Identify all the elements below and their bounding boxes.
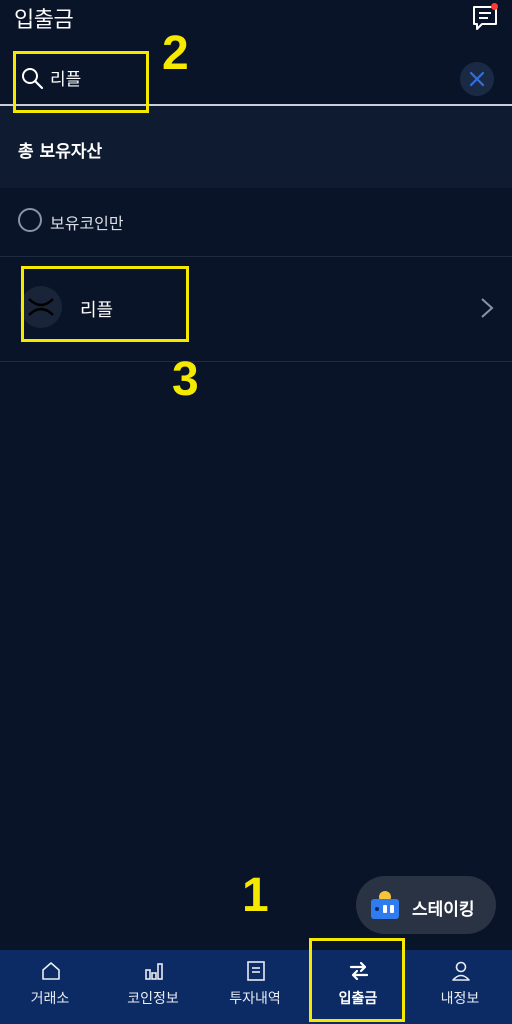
bottom-nav: 거래소 코인정보 투자내역 입출금 내정보: [0, 950, 512, 1024]
page-title: 입출금: [14, 8, 74, 33]
nav-label-coin-info: 코인정보: [127, 991, 179, 1007]
staking-button[interactable]: 스테이킹: [356, 876, 496, 934]
close-icon: [469, 71, 485, 87]
nav-item-my-info[interactable]: 내정보: [410, 950, 510, 1024]
user-icon: [452, 961, 470, 981]
nav-item-investments[interactable]: 투자내역: [205, 950, 305, 1024]
document-icon: [247, 961, 265, 981]
nav-label-investments: 투자내역: [229, 991, 281, 1007]
annotation-box-2: [13, 51, 149, 113]
nav-label-my-info: 내정보: [440, 991, 480, 1007]
annotation-box-1: [309, 938, 405, 1022]
top-header: 입출금: [0, 0, 512, 44]
staking-label: 스테이킹: [412, 900, 475, 920]
nav-item-coin-info[interactable]: 코인정보: [103, 950, 203, 1024]
home-icon: [42, 962, 60, 980]
notification-dot: [491, 3, 498, 10]
annotation-number-2: 2: [162, 27, 189, 80]
holdings-only-label: 보유코인만: [50, 214, 124, 233]
wallet-coin-icon: [371, 891, 399, 919]
holdings-only-radio[interactable]: [18, 208, 42, 232]
nav-label-exchange: 거래소: [30, 991, 70, 1007]
bar-chart-icon: [145, 963, 163, 980]
annotation-number-1: 1: [242, 869, 269, 922]
annotation-number-3: 3: [172, 353, 199, 406]
nav-item-exchange[interactable]: 거래소: [0, 950, 100, 1024]
clear-search-button[interactable]: [460, 62, 494, 96]
annotation-box-3: [21, 266, 189, 342]
chevron-right-icon: [481, 298, 494, 318]
total-assets-label: 총 보유자산: [18, 142, 103, 162]
